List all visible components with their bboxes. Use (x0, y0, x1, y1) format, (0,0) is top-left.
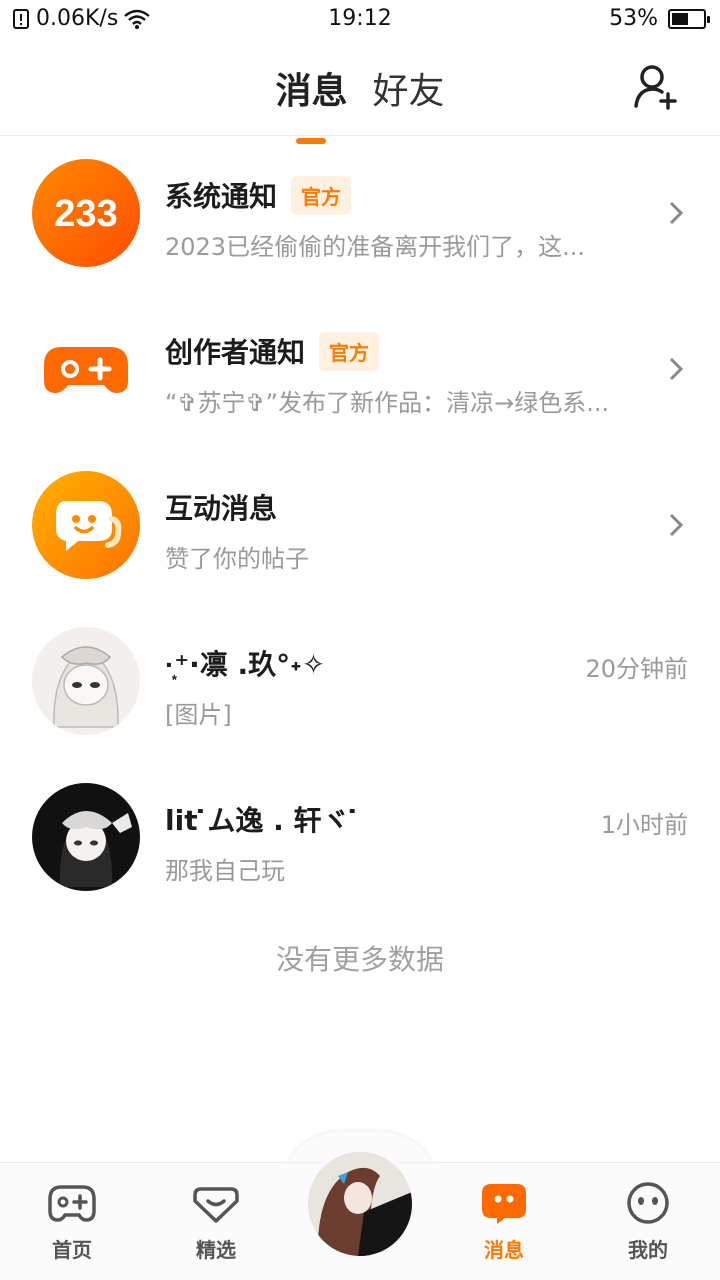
list-item-preview: 那我自己玩 (165, 857, 285, 885)
battery-fill (672, 12, 688, 25)
battery-icon (668, 8, 710, 29)
title-text: 互动消息 (165, 492, 278, 525)
list-item-creator-notice[interactable]: 创作者通知 官方 “✞苏宁✞”发布了新作品：清凉→绿色系... (0, 293, 720, 449)
tab-messages[interactable]: 消息 (275, 62, 348, 144)
nav-label: 精选 (196, 1238, 236, 1262)
nav-item-me[interactable]: 我的 (598, 1181, 698, 1263)
user-avatar (32, 627, 140, 735)
user-avatar (32, 783, 140, 891)
status-right: 53% (609, 6, 710, 31)
no-more-data-text: 没有更多数据 (275, 943, 444, 976)
list-item-title: 系统通知 官方 (165, 175, 352, 215)
chat-icon (482, 1184, 526, 1224)
nav-label: 我的 (628, 1238, 668, 1262)
chevron-right-icon (669, 513, 684, 537)
heart-box-icon (193, 1187, 239, 1223)
list-item-interaction[interactable]: 互动消息 赞了你的帖子 (0, 449, 720, 605)
avatar (308, 1152, 412, 1256)
nav-item-featured[interactable]: 精选 (166, 1181, 266, 1263)
list-item-preview: 赞了你的帖子 (165, 545, 309, 573)
tab-friends[interactable]: 好友 (373, 62, 445, 114)
list-item-preview: [图片] (165, 701, 232, 729)
tab-messages-label: 消息 (275, 71, 348, 112)
gamepad-icon (48, 1185, 96, 1222)
list-item-preview: “✞苏宁✞”发布了新作品：清凉→绿色系... (165, 389, 610, 417)
chat-bubble-icon (32, 471, 140, 579)
list-item-chat[interactable]: ·͙⁺·凛 .玖°˖✧ [图片] 20分钟前 (0, 605, 720, 761)
logo-233-icon: 233 (32, 159, 140, 267)
official-badge: 官方 (319, 331, 380, 371)
status-bar: 0.06K/s 19:12 53% (0, 0, 720, 40)
timestamp: 1小时前 (600, 811, 688, 839)
official-badge: 官方 (291, 175, 352, 215)
list-item-chat[interactable]: lit ̇ム逸 . 轩ヾ ̇ 那我自己玩 1小时前 (0, 761, 720, 917)
svg-text:233: 233 (54, 193, 117, 235)
center-avatar-button[interactable] (304, 1148, 416, 1260)
timestamp: 20分钟前 (585, 655, 688, 683)
header: 消息 好友 (0, 40, 720, 144)
list-item-title: 互动消息 (165, 487, 277, 527)
list-item-preview: 2023已经偷偷的准备离开我们了，这... (165, 233, 585, 261)
title-text: ·͙⁺·凛 .玖°˖✧ (165, 648, 326, 681)
list-item-system-notice[interactable]: 233 系统通知 官方 2023已经偷偷的准备离开我们了，这... (0, 137, 720, 293)
chevron-right-icon (669, 357, 684, 381)
header-tabs: 消息 好友 (0, 62, 720, 144)
nav-item-messages[interactable]: 消息 (454, 1181, 554, 1263)
nav-label: 首页 (52, 1238, 92, 1262)
tab-friends-label: 好友 (372, 71, 445, 112)
person-add-icon[interactable] (634, 64, 678, 110)
list-item-title: 创作者通知 官方 (165, 331, 380, 371)
chevron-right-icon (669, 201, 684, 225)
nav-item-home[interactable]: 首页 (22, 1181, 122, 1263)
title-text: 系统通知 (165, 180, 278, 213)
list-item-title: lit ̇ム逸 . 轩ヾ ̇ (165, 799, 359, 839)
message-list: 233 系统通知 官方 2023已经偷偷的准备离开我们了，这... 创作者通知 … (0, 137, 720, 917)
battery-percent: 53% (609, 6, 658, 31)
gamepad-icon (32, 315, 140, 423)
nav-label: 消息 (484, 1238, 524, 1262)
title-text: 创作者通知 (165, 336, 306, 369)
list-item-title: ·͙⁺·凛 .玖°˖✧ (165, 643, 325, 683)
title-text: lit ̇ム逸 . 轩ヾ ̇ (165, 804, 360, 837)
face-icon (627, 1182, 669, 1224)
